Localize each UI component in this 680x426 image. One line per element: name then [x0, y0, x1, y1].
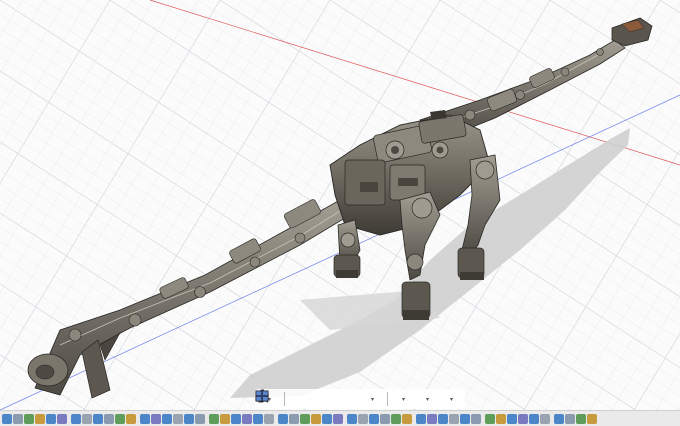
timeline-feature-icon[interactable]	[220, 413, 230, 424]
timeline-feature-icon[interactable]	[311, 413, 321, 424]
viewports-button[interactable]: ▾	[255, 390, 462, 408]
display-settings-button[interactable]: ▾	[255, 390, 414, 408]
timeline-feature-icon[interactable]	[264, 413, 274, 424]
dropdown-arrow-icon[interactable]: ▾	[426, 396, 429, 403]
timeline-feature-icon[interactable]	[460, 413, 470, 424]
timeline-feature-icon[interactable]	[242, 413, 252, 424]
grid-line	[624, 332, 680, 425]
timeline-feature-icon[interactable]	[300, 413, 310, 424]
timeline-feature-icon[interactable]	[587, 413, 597, 424]
3d-viewport[interactable]: ▾ ▾ ▾ ▾ ▾	[0, 0, 680, 425]
timeline-feature-icon[interactable]	[253, 413, 263, 424]
timeline-feature-icon[interactable]	[322, 413, 332, 424]
timeline-feature-icon[interactable]	[427, 413, 437, 424]
dropdown-arrow-icon[interactable]: ▾	[402, 396, 405, 403]
timeline-feature-icon[interactable]	[576, 413, 586, 424]
timeline-feature-icon[interactable]	[358, 413, 368, 424]
timeline-feature-icon[interactable]	[554, 413, 564, 424]
timeline-feature-icon[interactable]	[289, 413, 299, 424]
timeline-feature-icon[interactable]	[471, 413, 481, 424]
zoom-button[interactable]	[256, 390, 359, 408]
timeline-feature-icon[interactable]	[438, 413, 448, 424]
dropdown-arrow-icon[interactable]: ▾	[371, 396, 374, 403]
timeline-feature-icon[interactable]	[13, 413, 23, 424]
timeline-feature-icon[interactable]	[82, 413, 92, 424]
timeline-feature-icon[interactable]	[449, 413, 459, 424]
grid-line	[602, 296, 680, 425]
timeline-feature-icon[interactable]	[496, 413, 506, 424]
timeline-bar	[0, 410, 680, 426]
timeline-feature-icon[interactable]	[115, 413, 125, 424]
timeline-feature-icon[interactable]	[209, 413, 219, 424]
timeline-feature-icon[interactable]	[2, 413, 12, 424]
timeline-feature-icon[interactable]	[57, 413, 67, 424]
timeline-feature-icon[interactable]	[35, 413, 45, 424]
zoom-window-button[interactable]: ▾	[256, 390, 383, 408]
timeline-feature-icon[interactable]	[46, 413, 56, 424]
navigation-toolbar: ▾ ▾ ▾ ▾ ▾	[255, 389, 465, 409]
timeline-feature-icon[interactable]	[173, 413, 183, 424]
timeline-feature-icon[interactable]	[278, 413, 288, 424]
timeline-feature-icon[interactable]	[71, 413, 81, 424]
timeline-feature-icon[interactable]	[184, 413, 194, 424]
grid-settings-button[interactable]: ▾	[255, 390, 438, 408]
timeline-feature-icon[interactable]	[93, 413, 103, 424]
timeline-feature-icon[interactable]	[151, 413, 161, 424]
timeline-feature-icon[interactable]	[24, 413, 34, 424]
model-canvas[interactable]	[0, 0, 680, 425]
timeline-feature-icon[interactable]	[369, 413, 379, 424]
timeline-feature-icon[interactable]	[140, 413, 150, 424]
timeline-feature-icon[interactable]	[507, 413, 517, 424]
timeline-feature-icon[interactable]	[391, 413, 401, 424]
toolbar-separator	[284, 392, 285, 406]
rear-leg[interactable]	[333, 219, 361, 278]
dropdown-arrow-icon[interactable]: ▾	[450, 396, 453, 403]
timeline-feature-icon[interactable]	[347, 413, 357, 424]
timeline-feature-icon[interactable]	[231, 413, 241, 424]
timeline-feature-icon[interactable]	[402, 413, 412, 424]
timeline-feature-icon[interactable]	[416, 413, 426, 424]
timeline-feature-icon[interactable]	[529, 413, 539, 424]
timeline-feature-icon[interactable]	[104, 413, 114, 424]
look-at-button[interactable]	[255, 390, 311, 408]
toolbar-separator	[387, 392, 388, 406]
timeline-feature-icon[interactable]	[126, 413, 136, 424]
timeline-feature-icon[interactable]	[540, 413, 550, 424]
timeline-feature-icon[interactable]	[380, 413, 390, 424]
timeline-feature-icon[interactable]	[162, 413, 172, 424]
pan-button[interactable]	[258, 389, 335, 408]
timeline-feature-icon[interactable]	[485, 413, 495, 424]
timeline-feature-icon[interactable]	[565, 413, 575, 424]
timeline-feature-icon[interactable]	[333, 413, 343, 424]
timeline-feature-icon[interactable]	[195, 413, 205, 424]
timeline-feature-icon[interactable]	[518, 413, 528, 424]
